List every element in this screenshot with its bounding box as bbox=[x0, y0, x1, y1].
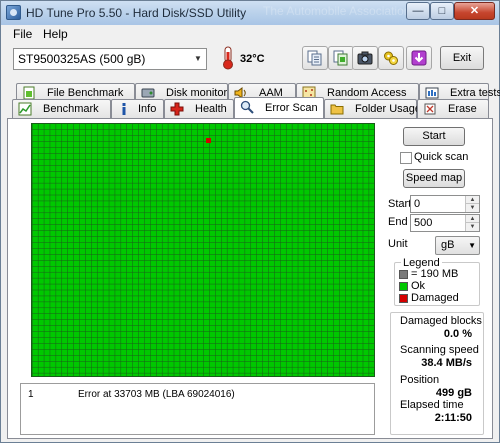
tab-label: Error Scan bbox=[265, 102, 318, 114]
legend-ok: Ok bbox=[411, 280, 426, 292]
screenshot-button[interactable] bbox=[352, 46, 378, 70]
damaged-blocks-value: 0.0 % bbox=[443, 328, 472, 340]
minimize-button[interactable]: — bbox=[406, 2, 430, 20]
device-select-value: ST9500325AS (500 gB) bbox=[18, 52, 146, 66]
start-field-label: Start bbox=[388, 198, 412, 210]
tab-label: Health bbox=[195, 103, 227, 115]
device-select[interactable]: ST9500325AS (500 gB) ▼ bbox=[13, 48, 207, 70]
damaged-block bbox=[206, 138, 211, 143]
maximize-button[interactable]: □ bbox=[430, 2, 454, 20]
start-button[interactable]: Start bbox=[403, 127, 465, 146]
menu-bar: File Help bbox=[1, 25, 499, 43]
end-input-value: 500 bbox=[414, 217, 433, 229]
tab-label: Folder Usage bbox=[355, 103, 422, 115]
temperature-value: 32°C bbox=[240, 53, 265, 65]
tab-erase[interactable]: Erase bbox=[417, 99, 489, 118]
health-cross-icon bbox=[170, 102, 184, 116]
tab-info[interactable]: Info bbox=[111, 99, 164, 118]
end-input[interactable]: 500 ▲ ▼ bbox=[410, 214, 480, 232]
tab-benchmark[interactable]: Benchmark bbox=[12, 99, 111, 118]
end-field-label: End bbox=[388, 216, 408, 228]
tab-health[interactable]: Health bbox=[164, 99, 234, 118]
camera-icon bbox=[357, 51, 373, 65]
start-input-value: 0 bbox=[414, 198, 421, 210]
save-icon bbox=[411, 50, 427, 66]
position-label: Position bbox=[400, 374, 440, 386]
disk-monitor-icon bbox=[141, 88, 155, 98]
benchmark-icon bbox=[18, 102, 32, 116]
damaged-swatch bbox=[399, 294, 408, 303]
chevron-down-icon: ▼ bbox=[194, 54, 202, 63]
quick-scan-label: Quick scan bbox=[414, 151, 469, 163]
copy-text-icon bbox=[307, 50, 322, 66]
options-icon bbox=[384, 51, 398, 65]
speed-map-button[interactable]: Speed map bbox=[403, 169, 465, 188]
spin-down-icon[interactable]: ▼ bbox=[465, 223, 479, 231]
copy-screenshot-icon bbox=[333, 50, 348, 66]
tab-label: Benchmark bbox=[43, 103, 99, 115]
copy-text-button[interactable] bbox=[302, 46, 328, 70]
extra-tests-icon bbox=[425, 87, 439, 99]
spin-up-icon[interactable]: ▲ bbox=[465, 215, 479, 223]
erase-icon bbox=[424, 103, 436, 115]
start-input[interactable]: 0 ▲ ▼ bbox=[410, 195, 480, 213]
position-value: 499 gB bbox=[435, 387, 472, 399]
app-window: HD Tune Pro 5.50 - Hard Disk/SSD Utility… bbox=[0, 0, 500, 443]
error-log-list[interactable]: 1 Error at 33703 MB (LBA 69024016) bbox=[20, 383, 375, 435]
copy-screenshot-button[interactable] bbox=[328, 46, 354, 70]
log-entry-index: 1 bbox=[28, 389, 34, 400]
spin-down-icon[interactable]: ▼ bbox=[465, 204, 479, 212]
tab-folder-usage[interactable]: Folder Usage bbox=[324, 99, 421, 118]
title-bar[interactable]: HD Tune Pro 5.50 - Hard Disk/SSD Utility… bbox=[1, 1, 499, 25]
ok-swatch bbox=[399, 282, 408, 291]
elapsed-time-label: Elapsed time bbox=[400, 399, 464, 411]
info-icon bbox=[122, 103, 126, 115]
block-map bbox=[31, 123, 375, 377]
save-button[interactable] bbox=[406, 46, 432, 70]
options-button[interactable] bbox=[378, 46, 404, 70]
damaged-blocks-label: Damaged blocks bbox=[400, 315, 482, 327]
scanning-speed-value: 38.4 MB/s bbox=[421, 357, 472, 369]
tab-label: Info bbox=[138, 103, 157, 115]
block-size-swatch bbox=[399, 270, 408, 279]
elapsed-time-value: 2:11:50 bbox=[434, 412, 472, 424]
thermometer-icon bbox=[223, 46, 233, 70]
quick-scan-checkbox[interactable] bbox=[400, 152, 412, 164]
unit-label: Unit bbox=[388, 238, 408, 250]
spin-up-icon[interactable]: ▲ bbox=[465, 196, 479, 204]
window-title: HD Tune Pro 5.50 - Hard Disk/SSD Utility bbox=[26, 6, 247, 20]
unit-select-value: gB bbox=[441, 239, 455, 251]
app-icon bbox=[6, 5, 21, 20]
exit-button[interactable]: Exit bbox=[440, 46, 484, 70]
chevron-down-icon: ▼ bbox=[468, 241, 476, 250]
menu-file[interactable]: File bbox=[13, 27, 32, 41]
legend-damaged: Damaged bbox=[411, 292, 459, 304]
unit-select[interactable]: gB ▼ bbox=[435, 236, 480, 255]
folder-icon bbox=[330, 104, 344, 115]
close-button[interactable]: ✕ bbox=[454, 2, 495, 20]
legend-block-size: = 190 MB bbox=[411, 268, 459, 280]
scanning-speed-label: Scanning speed bbox=[400, 344, 479, 356]
tab-label: Erase bbox=[448, 103, 477, 115]
magnifier-icon bbox=[240, 100, 254, 114]
file-benchmark-icon bbox=[23, 86, 35, 100]
tab-error-scan[interactable]: Error Scan bbox=[234, 97, 324, 118]
log-entry-message: Error at 33703 MB (LBA 69024016) bbox=[78, 389, 235, 400]
menu-help[interactable]: Help bbox=[43, 27, 68, 41]
